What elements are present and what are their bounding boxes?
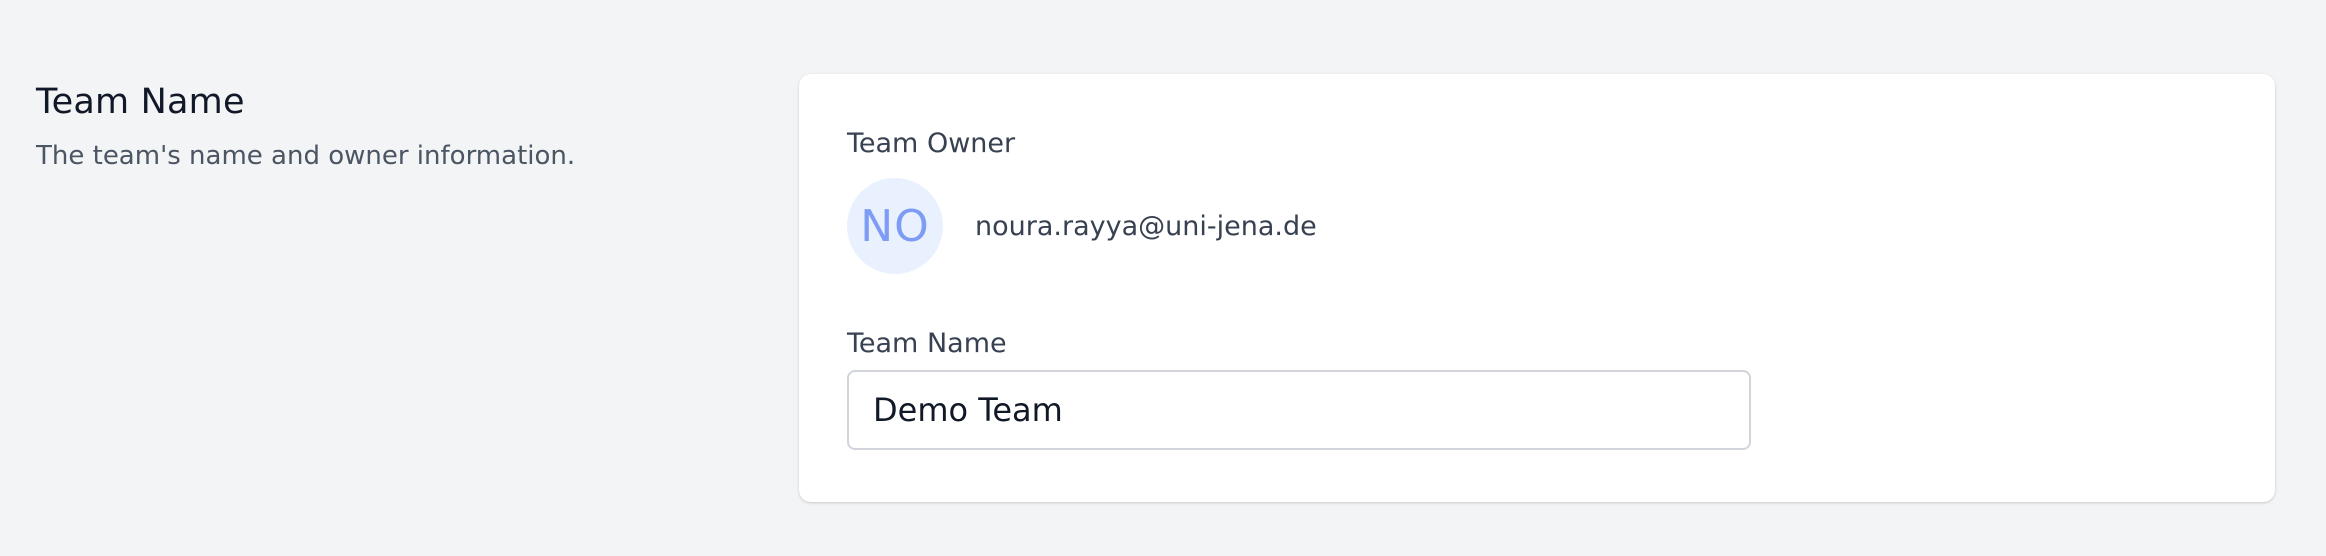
owner-email: noura.rayya@uni-jena.de bbox=[975, 210, 1317, 242]
section-description: The team's name and owner information. bbox=[36, 141, 576, 171]
section-intro: Team Name The team's name and owner info… bbox=[36, 78, 736, 174]
owner-avatar: NO bbox=[847, 178, 943, 274]
team-name-input[interactable] bbox=[847, 370, 1751, 450]
team-name-card: Team Owner NO noura.rayya@uni-jena.de Te… bbox=[799, 74, 2275, 502]
team-owner: NO noura.rayya@uni-jena.de bbox=[847, 178, 1317, 274]
section-title: Team Name bbox=[36, 82, 245, 122]
team-name-label: Team Name bbox=[847, 328, 1007, 359]
team-owner-label: Team Owner bbox=[847, 128, 1016, 159]
